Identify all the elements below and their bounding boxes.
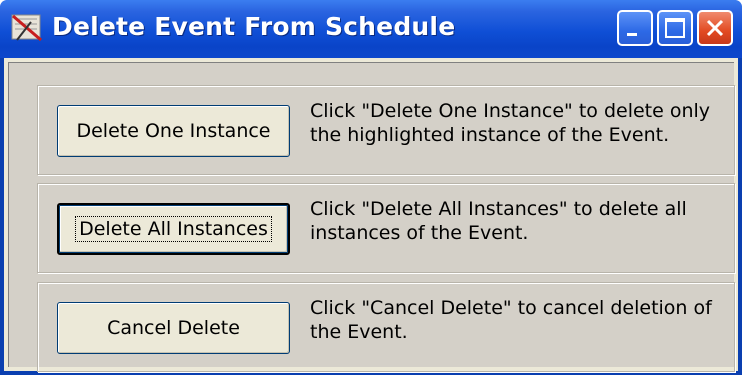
close-icon (706, 19, 724, 37)
delete-one-group: Delete One Instance Click "Delete One In… (37, 85, 735, 175)
cancel-delete-group: Cancel Delete Click "Cancel Delete" to c… (37, 282, 735, 372)
client-area: Delete One Instance Click "Delete One In… (4, 58, 738, 372)
cancel-delete-label: Cancel Delete (107, 317, 240, 339)
cancel-delete-description: Click "Cancel Delete" to cancel deletion… (310, 297, 712, 343)
app-icon[interactable] (9, 10, 45, 46)
cancel-delete-button[interactable]: Cancel Delete (57, 302, 290, 354)
title-bar[interactable]: Delete Event From Schedule (0, 0, 742, 58)
delete-one-instance-description: Click "Delete One Instance" to delete on… (310, 100, 711, 146)
dialog-window: Delete Event From Schedule Delete One In… (0, 0, 742, 375)
maximize-button[interactable] (657, 10, 693, 46)
delete-all-group: Delete All Instances Click "Delete All I… (37, 183, 735, 273)
options-panel: Delete One Instance Click "Delete One In… (8, 62, 735, 372)
minimize-icon (627, 33, 637, 36)
close-button[interactable] (697, 10, 733, 46)
delete-one-instance-button[interactable]: Delete One Instance (57, 105, 290, 157)
minimize-button[interactable] (617, 10, 653, 46)
delete-all-instances-label: Delete All Instances (75, 216, 272, 242)
delete-all-instances-description: Click "Delete All Instances" to delete a… (310, 198, 687, 244)
delete-one-instance-label: Delete One Instance (76, 120, 271, 142)
delete-all-instances-button[interactable]: Delete All Instances (57, 203, 290, 255)
window-title: Delete Event From Schedule (52, 12, 456, 41)
maximize-icon (665, 18, 685, 38)
